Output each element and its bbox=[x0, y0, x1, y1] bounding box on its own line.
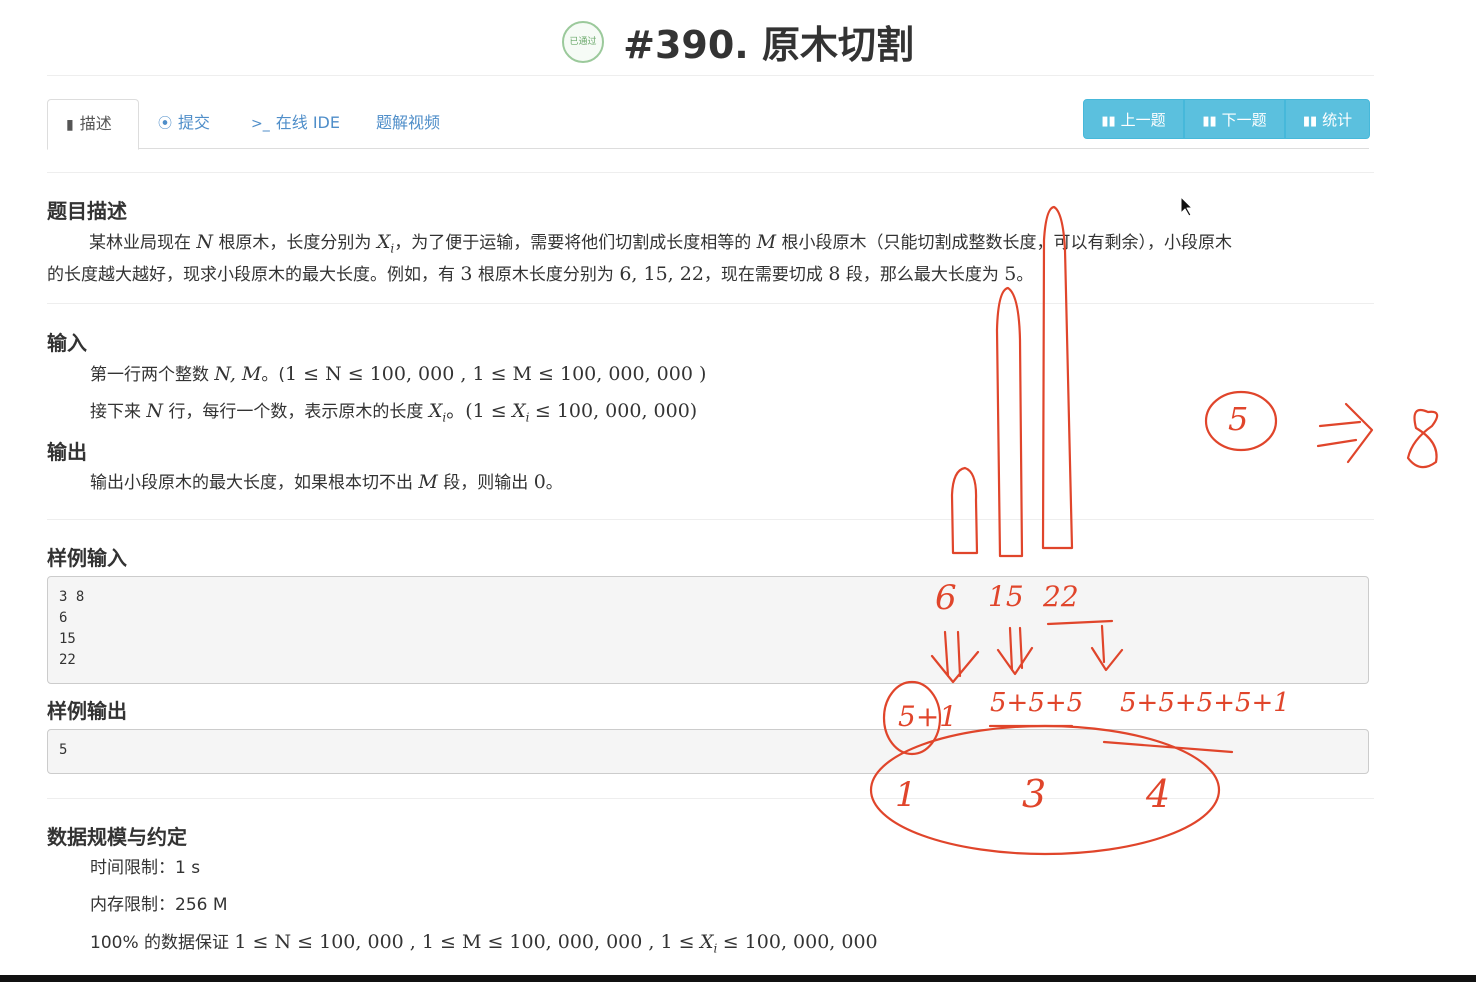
ink-log-15 bbox=[995, 286, 1024, 558]
ink-arrow-3 bbox=[1046, 619, 1124, 672]
ink-log-22 bbox=[1041, 205, 1074, 550]
ink-annotation-layer bbox=[869, 196, 1439, 856]
ink-label-3: 3 bbox=[1022, 772, 1047, 816]
ink-label-6: 6 bbox=[935, 578, 957, 618]
ink-label-15: 15 bbox=[988, 580, 1024, 613]
ink-label-22: 22 bbox=[1043, 580, 1079, 613]
ink-mouse-cursor-icon bbox=[1180, 196, 1193, 217]
ink-label-555: 5+5+5 bbox=[990, 688, 1084, 718]
ink-digit-8 bbox=[1406, 408, 1439, 469]
ink-label-55551: 5+5+5+5+1 bbox=[1120, 688, 1290, 718]
ink-arrow-2 bbox=[996, 626, 1034, 676]
ink-label-4: 4 bbox=[1146, 772, 1171, 816]
ink-label-5-answer: 5 bbox=[1228, 400, 1249, 438]
ink-arrow-1 bbox=[930, 630, 980, 684]
ink-log-6 bbox=[950, 466, 979, 555]
ink-label-1: 1 bbox=[895, 775, 917, 815]
ink-underline-2 bbox=[1102, 740, 1234, 754]
ink-implies-arrow bbox=[1316, 402, 1374, 464]
ink-label-51: 5+1 bbox=[898, 700, 958, 733]
